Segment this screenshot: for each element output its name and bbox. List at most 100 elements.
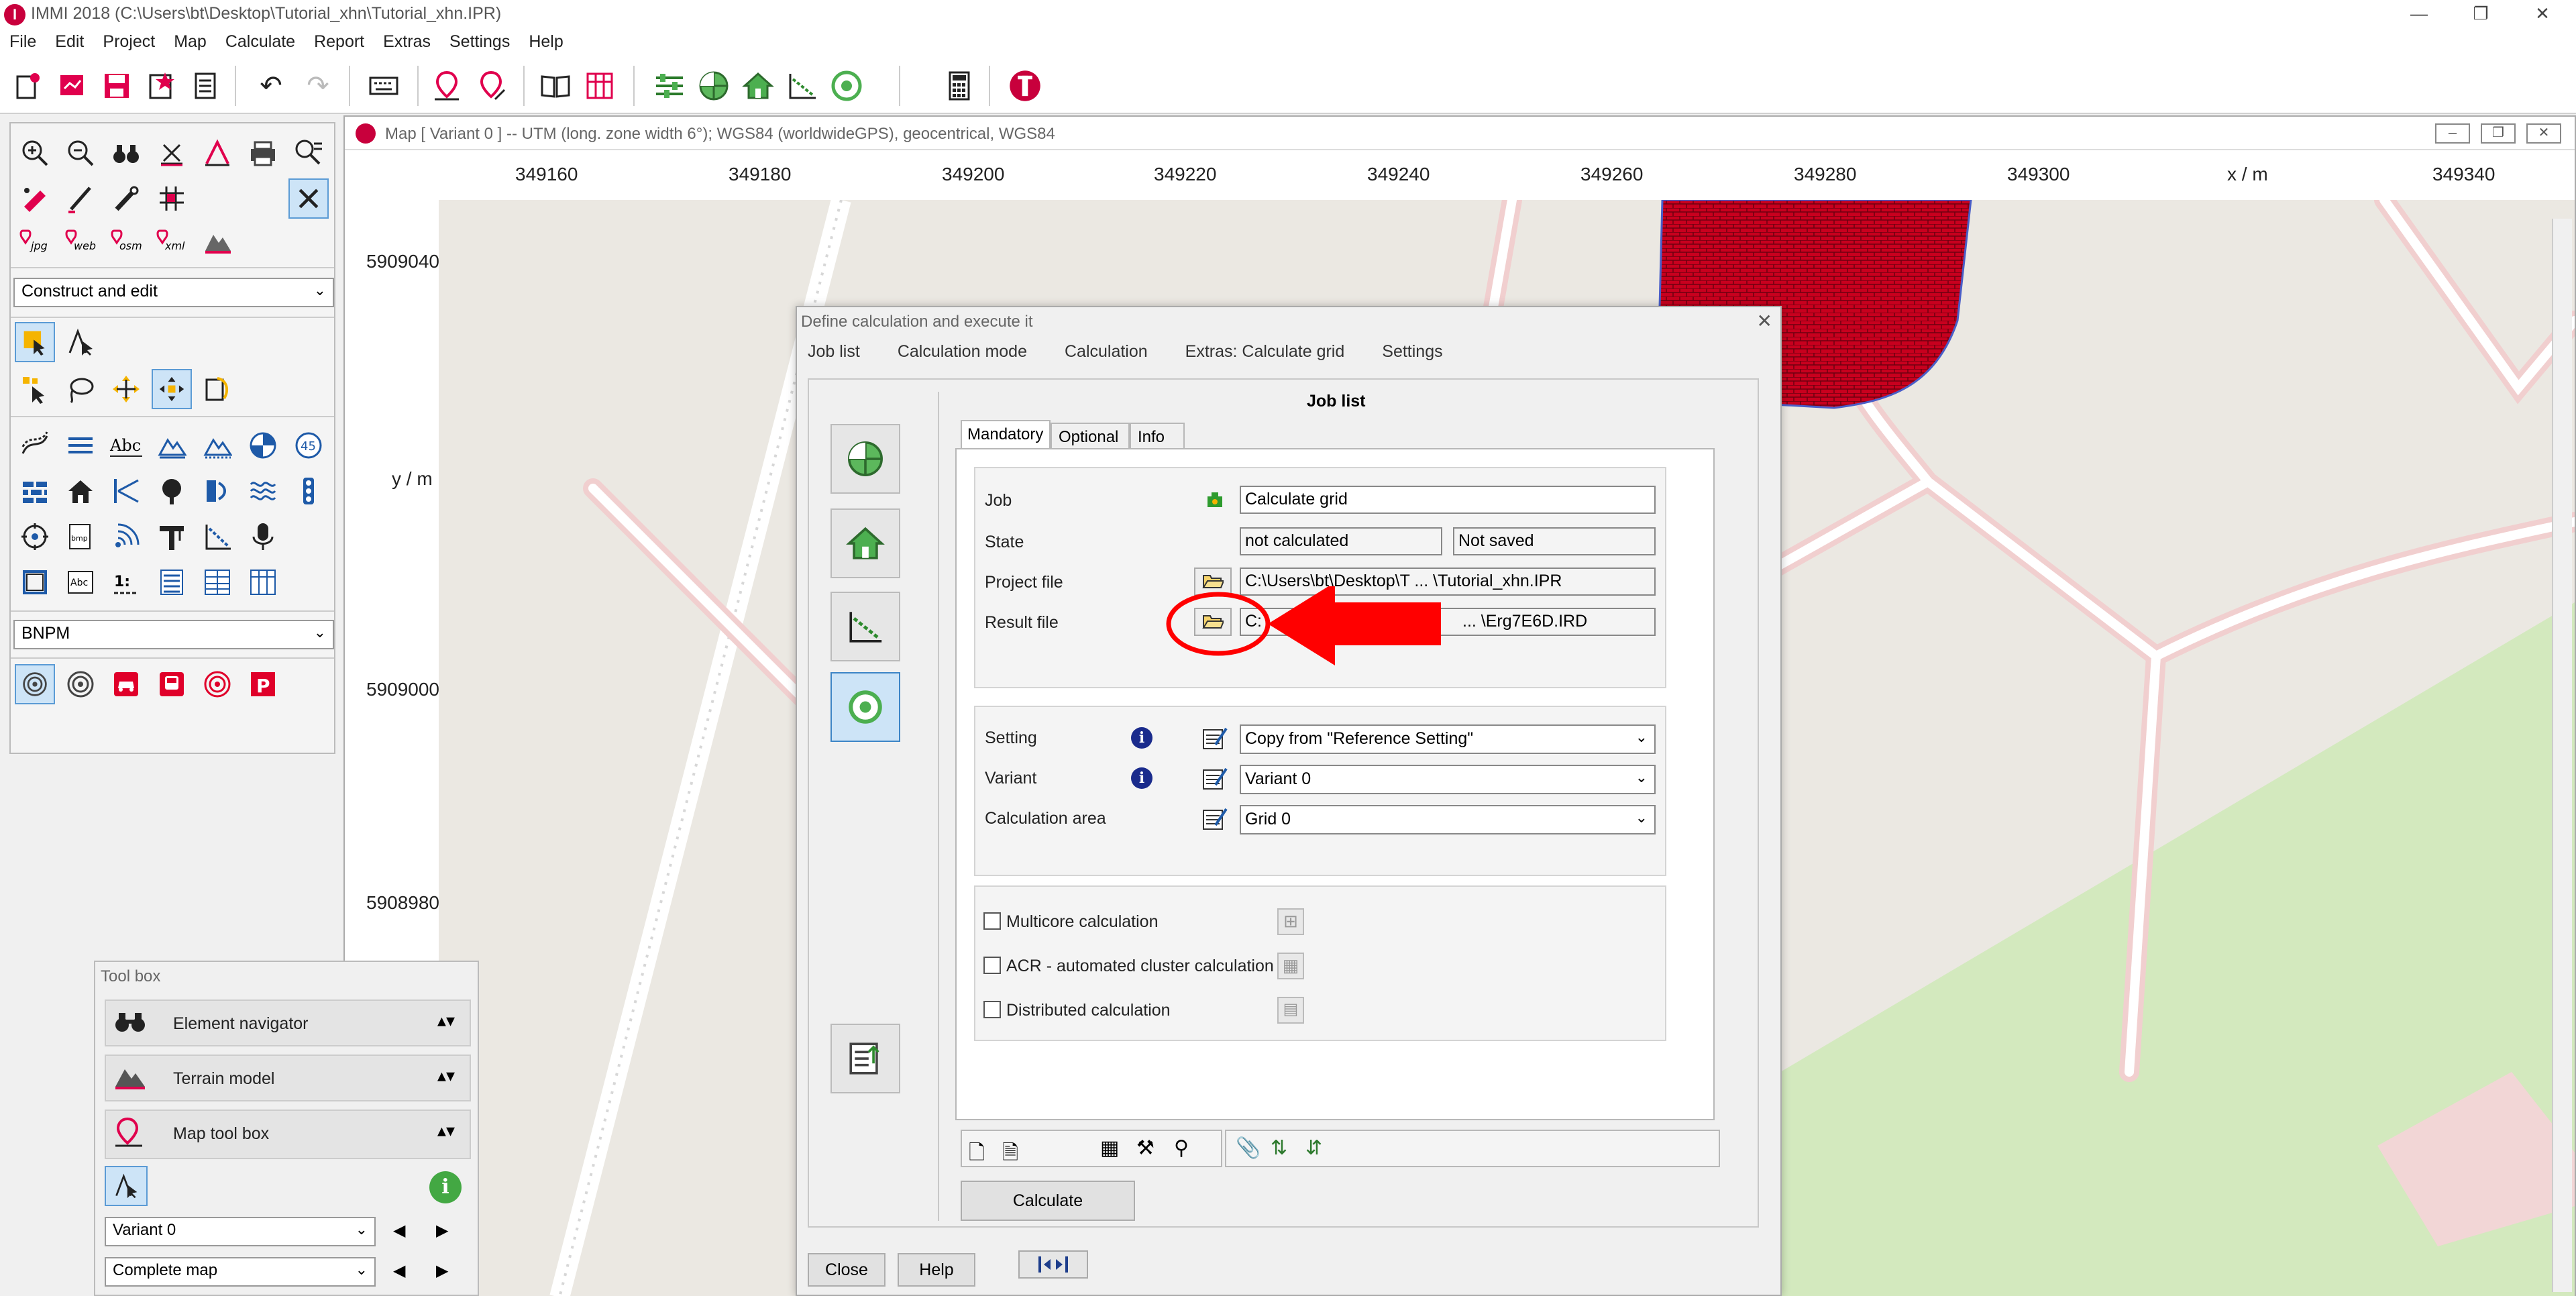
immi-logo-icon[interactable] <box>1006 67 1044 105</box>
multicore-checkbox[interactable] <box>983 912 1001 930</box>
calculator-small-icon[interactable]: ▦ <box>1100 1136 1119 1160</box>
menu-help[interactable]: Help <box>529 30 574 56</box>
print-icon[interactable] <box>243 133 283 173</box>
dialog-menu-calculation[interactable]: Calculation <box>1065 342 1148 362</box>
calculator-icon[interactable] <box>941 67 978 105</box>
receiver-target-icon[interactable] <box>15 664 55 704</box>
move-points-icon[interactable] <box>152 369 192 409</box>
select-tool-icon[interactable] <box>15 322 55 362</box>
map-tool-box-item[interactable]: Map tool box ▴▾ <box>105 1110 471 1159</box>
restore-button[interactable]: ❐ <box>2454 0 2508 30</box>
binoculars-icon[interactable] <box>106 133 146 173</box>
calculation-area-select[interactable]: Grid 0 ⌄ <box>1240 805 1656 834</box>
lasso-icon[interactable] <box>60 369 101 409</box>
osm-export-icon[interactable]: osm <box>106 221 146 262</box>
favorite-icon[interactable] <box>142 67 180 105</box>
info-icon[interactable]: i <box>429 1171 462 1203</box>
tools-icon[interactable]: ⚒ <box>1136 1136 1155 1160</box>
angle-icon[interactable]: 45 <box>288 425 329 466</box>
layer-select[interactable]: BNPM ⌄ <box>13 620 334 649</box>
building-calc-icon[interactable] <box>739 67 777 105</box>
frame-element-icon[interactable] <box>15 562 55 602</box>
railway-element-icon[interactable] <box>60 425 101 466</box>
setting-select[interactable]: Copy from "Reference Setting" ⌄ <box>1240 724 1656 754</box>
variant-select[interactable]: Variant 0 ⌄ <box>105 1217 376 1246</box>
move-icon[interactable] <box>106 369 146 409</box>
receiver-grey-icon[interactable] <box>60 664 101 704</box>
parking-source-icon[interactable]: P <box>243 664 283 704</box>
industry-source-icon[interactable] <box>197 664 237 704</box>
columns-element-icon[interactable] <box>243 562 283 602</box>
jpg-export-icon[interactable]: jpg <box>15 221 55 262</box>
zoom-out-icon[interactable] <box>60 133 101 173</box>
web-export-icon[interactable]: web <box>60 221 101 262</box>
table-element-icon[interactable] <box>197 562 237 602</box>
link-icon[interactable]: ⚲ <box>1174 1136 1189 1160</box>
terrain-model-item[interactable]: Terrain model ▴▾ <box>105 1055 471 1101</box>
job-sort-icon[interactable]: ⇵ <box>1305 1136 1322 1160</box>
settings-sliders-icon[interactable] <box>651 67 688 105</box>
distributed-checkbox[interactable] <box>983 1001 1001 1018</box>
xml-export-icon[interactable]: xml <box>152 221 192 262</box>
job-field[interactable]: Calculate grid <box>1240 486 1656 514</box>
scale-icon[interactable]: 1: <box>106 562 146 602</box>
save-icon[interactable] <box>98 67 136 105</box>
edit-vertex-icon[interactable] <box>60 322 101 362</box>
open-project-icon[interactable] <box>54 67 91 105</box>
pencil-icon[interactable] <box>60 178 101 219</box>
wall-element-icon[interactable] <box>15 471 55 511</box>
terrain-line-icon[interactable] <box>152 425 192 466</box>
point-source-icon[interactable] <box>243 425 283 466</box>
variant-edit-icon[interactable] <box>1201 765 1228 792</box>
new-job-icon[interactable]: 🗋 <box>969 1138 985 1172</box>
terrain-icon[interactable] <box>197 221 237 262</box>
road-element-icon[interactable] <box>15 425 55 466</box>
next-variant-icon[interactable]: ▶ <box>436 1221 448 1240</box>
minimize-button[interactable]: — <box>2392 0 2446 30</box>
map-minimize-button[interactable]: – <box>2435 123 2470 144</box>
help-button[interactable]: Help <box>898 1253 975 1287</box>
area-source-icon[interactable] <box>243 471 283 511</box>
receiver-point-icon[interactable] <box>828 67 865 105</box>
setting-edit-icon[interactable] <box>1201 724 1228 751</box>
area-edit-icon[interactable] <box>1201 805 1228 832</box>
multicore-settings-icon[interactable]: ⊞ <box>1277 908 1304 935</box>
car-source-icon[interactable] <box>106 664 146 704</box>
text-tool-icon[interactable] <box>197 133 237 173</box>
previous-map-icon[interactable]: ◀ <box>393 1261 405 1281</box>
calculate-button[interactable]: Calculate <box>961 1181 1135 1221</box>
acr-settings-icon[interactable]: ▦ <box>1277 953 1304 979</box>
close-button[interactable]: Close <box>808 1253 885 1287</box>
redo-icon[interactable]: ↷ <box>299 67 337 105</box>
menu-calculate[interactable]: Calculate <box>225 30 306 56</box>
element-navigator-item[interactable]: Element navigator ▴▾ <box>105 1000 471 1046</box>
map-section-select[interactable]: Complete map ⌄ <box>105 1257 376 1287</box>
tree-element-icon[interactable] <box>152 471 192 511</box>
target-element-icon[interactable] <box>15 517 55 557</box>
dialog-menu-job-list[interactable]: Job list <box>808 342 860 362</box>
menu-file[interactable]: File <box>9 30 47 56</box>
building-element-icon[interactable] <box>60 471 101 511</box>
map-close-button[interactable]: ✕ <box>2526 123 2561 144</box>
dialog-close-icon[interactable]: ✕ <box>1757 310 1772 332</box>
menu-report[interactable]: Report <box>314 30 375 56</box>
building-side-button[interactable] <box>830 508 900 578</box>
menu-project[interactable]: Project <box>103 30 166 56</box>
barrier-element-icon[interactable] <box>106 471 146 511</box>
copy-job-icon[interactable]: 🗎 <box>1002 1138 1018 1172</box>
tab-info[interactable]: Info <box>1130 423 1185 449</box>
signal-element-icon[interactable] <box>106 517 146 557</box>
map-maximize-button[interactable]: ❐ <box>2481 123 2516 144</box>
cross-section-side-button[interactable] <box>830 592 900 661</box>
eraser-icon[interactable] <box>106 178 146 219</box>
grid-snap-icon[interactable] <box>152 178 192 219</box>
crane-element-icon[interactable] <box>152 517 192 557</box>
book-icon[interactable] <box>537 67 574 105</box>
traffic-light-icon[interactable] <box>288 471 329 511</box>
acr-checkbox[interactable] <box>983 957 1001 974</box>
menu-extras[interactable]: Extras <box>383 30 441 56</box>
terrain-points-icon[interactable] <box>197 425 237 466</box>
receiver-side-button[interactable] <box>830 672 900 742</box>
multi-select-icon[interactable] <box>15 369 55 409</box>
map-scrollbar[interactable] <box>2552 219 2572 1292</box>
